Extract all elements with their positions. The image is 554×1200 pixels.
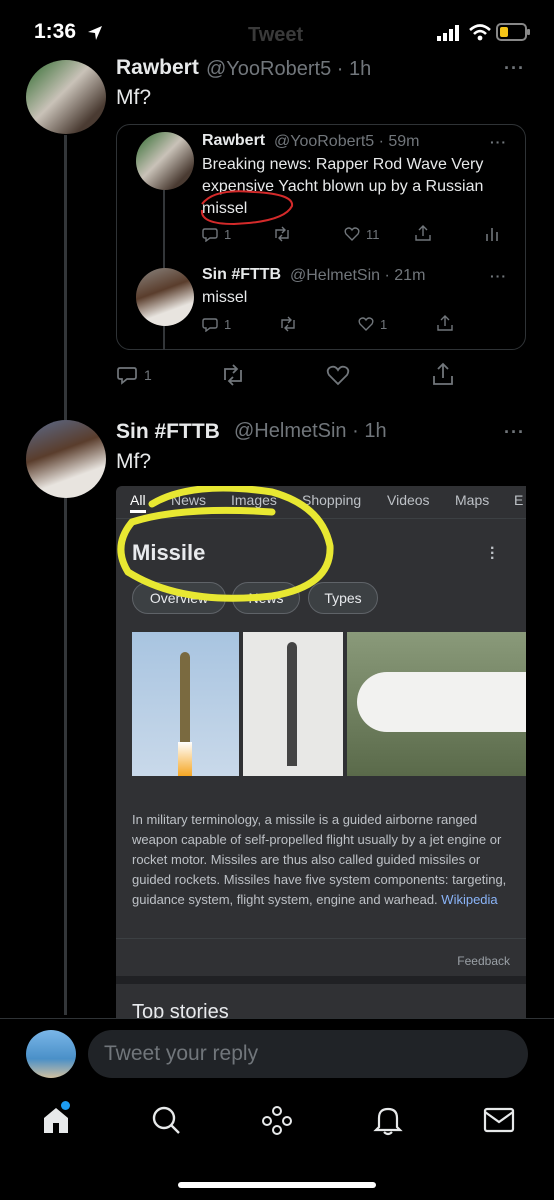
spaces-icon[interactable]: [261, 1104, 293, 1136]
status-time: 1:36: [34, 20, 77, 43]
divider: [116, 938, 526, 939]
heart-icon[interactable]: [326, 364, 350, 386]
share-icon[interactable]: [436, 314, 454, 332]
google-tab-maps[interactable]: Maps: [455, 492, 489, 508]
avatar[interactable]: [136, 132, 194, 190]
avatar[interactable]: [136, 268, 194, 326]
share-icon[interactable]: [431, 362, 455, 386]
missile-image-3[interactable]: [347, 632, 526, 776]
battery-icon: [496, 23, 530, 41]
page-title: Tweet: [248, 24, 304, 46]
retweet-icon[interactable]: [272, 226, 292, 242]
reply-button[interactable]: 1: [202, 226, 231, 242]
tweet-text: missel: [202, 289, 248, 306]
heart-icon: [358, 317, 374, 331]
author-name[interactable]: Sin #FTTB: [202, 266, 281, 284]
avatar[interactable]: [26, 420, 106, 498]
tweet-text: Mf?: [116, 450, 152, 473]
analytics-icon[interactable]: [484, 226, 500, 242]
tweet-text: Mf?: [116, 86, 152, 109]
like-button[interactable]: 11: [344, 226, 380, 242]
more-options-icon[interactable]: ···: [490, 134, 507, 150]
missile-image-1[interactable]: [132, 632, 239, 776]
wikipedia-link[interactable]: Wikipedia: [441, 892, 497, 907]
my-avatar[interactable]: [26, 1030, 76, 1078]
more-options-icon[interactable]: ···: [504, 422, 525, 443]
cellular-signal-icon: [437, 25, 459, 41]
avatar[interactable]: [26, 60, 106, 134]
reply-input[interactable]: Tweet your reply: [88, 1030, 528, 1078]
knowledge-panel-description: In military terminology, a missile is a …: [132, 812, 507, 907]
search-icon[interactable]: [150, 1104, 182, 1136]
author-handle[interactable]: @YooRobert5 · 1h: [206, 58, 371, 81]
home-indicator: [178, 1182, 376, 1188]
red-circle-annotation: [200, 190, 294, 226]
like-button[interactable]: 1: [358, 316, 387, 332]
author-handle[interactable]: @HelmetSin · 1h: [234, 420, 387, 443]
author-name[interactable]: Rawbert: [116, 56, 199, 80]
reply-icon: [202, 228, 218, 242]
google-tab-videos[interactable]: Videos: [387, 492, 430, 508]
messages-icon[interactable]: [483, 1106, 515, 1134]
google-tab-more[interactable]: E: [514, 492, 523, 508]
yellow-circle-annotation: [117, 486, 334, 602]
notification-dot: [61, 1101, 70, 1110]
share-icon[interactable]: [414, 224, 432, 242]
missile-diagram-image[interactable]: [243, 632, 343, 776]
thread-line: [64, 135, 67, 1015]
reply-icon: [117, 367, 137, 385]
section-divider: [116, 976, 526, 984]
author-name[interactable]: Rawbert: [202, 132, 265, 150]
reply-button[interactable]: 1: [202, 316, 231, 332]
author-handle[interactable]: @HelmetSin · 21m: [290, 267, 425, 285]
notifications-icon[interactable]: [372, 1104, 404, 1136]
location-arrow-icon: [88, 26, 102, 40]
more-options-icon[interactable]: ···: [504, 58, 525, 79]
author-handle[interactable]: @YooRobert5 · 59m: [274, 133, 420, 151]
author-name[interactable]: Sin #FTTB: [116, 420, 220, 444]
heart-icon: [344, 227, 360, 241]
more-options-icon[interactable]: ···: [490, 268, 507, 284]
more-vert-icon[interactable]: · · ·: [490, 541, 495, 567]
reply-button[interactable]: 1: [116, 364, 152, 386]
wifi-icon: [469, 24, 491, 41]
retweet-icon[interactable]: [220, 364, 246, 386]
retweet-icon[interactable]: [278, 316, 298, 332]
feedback-link[interactable]: Feedback: [457, 954, 510, 968]
reply-icon: [202, 318, 218, 332]
